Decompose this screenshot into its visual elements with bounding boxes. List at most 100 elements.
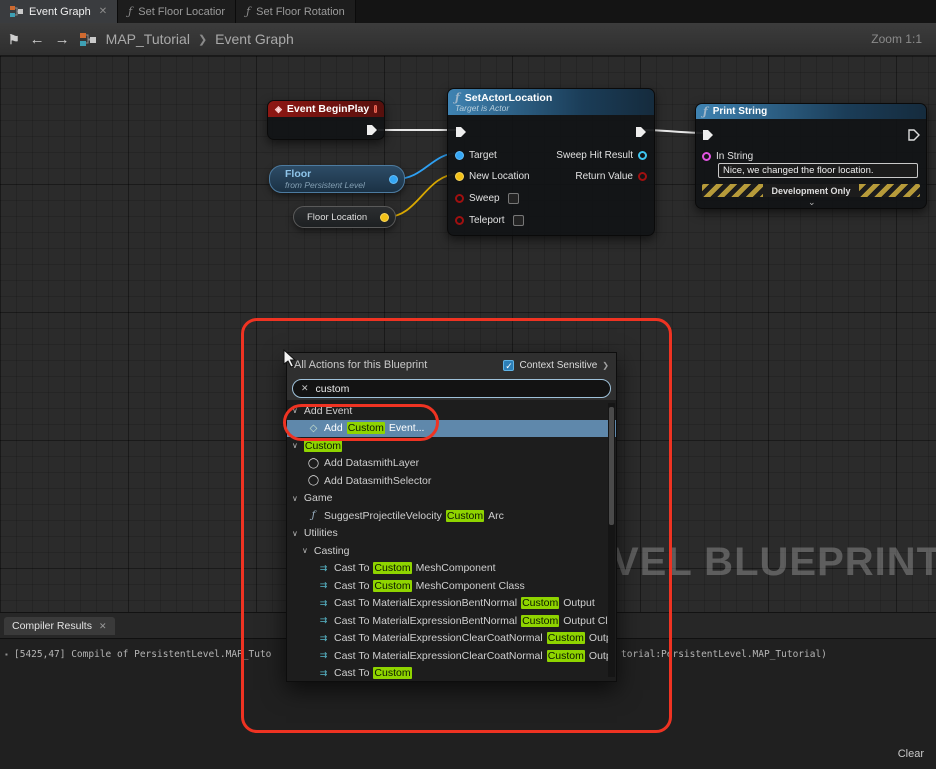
scrollbar[interactable] [608,403,615,677]
context-sensitive-checkbox[interactable]: ✓ [503,359,515,371]
menu-item-text: Custom [546,649,585,662]
function-icon: ƒ [128,5,133,18]
in-string-input[interactable] [718,163,918,178]
menu-item-text: Cast To MaterialExpressionBentNormal [334,614,518,627]
exec-input-pin[interactable] [455,126,467,138]
search-input[interactable] [315,382,576,395]
chevron-down-icon: ∨ [292,406,298,416]
return-value-pin[interactable] [638,172,647,181]
tab-event-graph[interactable]: Event Graph ✕ [0,0,119,23]
exec-output-pin[interactable] [635,126,647,138]
context-menu-item[interactable]: ⇉ Cast To Custom MeshComponent Class [287,577,616,595]
context-menu-item[interactable]: ƒ SuggestProjectileVelocity Custom Arc [287,507,616,525]
menu-item-text: Add DatasmithSelector [324,474,432,487]
cast-icon: ⇉ [319,667,328,678]
bookmark-icon[interactable]: ⚑ [8,33,20,46]
new-location-pin[interactable] [455,172,464,181]
context-menu-item[interactable]: ◯ Add DatasmithLayer [287,455,616,473]
tab-set-floor-location[interactable]: ƒ Set Floor Locatior [118,0,237,23]
compiler-results-tab[interactable]: Compiler Results ✕ [4,617,115,635]
context-menu-item[interactable]: ⇉ Cast To Custom MeshComponent [287,560,616,578]
menu-item-text: Cast To [334,562,370,575]
set-actor-location-node[interactable]: ƒ SetActorLocation Target is Actor Targe… [447,88,655,236]
floor-output-pin[interactable] [389,175,398,184]
menu-item-text: Custom [445,509,485,522]
pin-label: Teleport [469,215,505,226]
context-menu-item[interactable]: ⇉ Cast To MaterialExpressionBentNormal Cus… [287,595,616,613]
clear-button[interactable]: Clear [898,748,924,760]
context-menu-item[interactable]: ◯ Add DatasmithSelector [287,472,616,490]
cast-icon: ⇉ [319,562,328,573]
sweep-pin[interactable] [455,194,464,203]
floor-location-variable-node[interactable]: Floor Location [293,206,396,228]
development-only-banner: Development Only [702,184,920,197]
teleport-pin[interactable] [455,216,464,225]
back-arrow-icon[interactable]: ← [30,32,45,47]
exec-input-pin[interactable] [702,129,714,141]
node-title: SetActorLocation [464,91,553,104]
in-string-pin[interactable] [702,152,711,161]
menu-item-text: MeshComponent Class [415,579,525,592]
print-string-node[interactable]: ƒ Print String In String Development Onl… [695,103,927,209]
cast-icon: ⇉ [319,597,328,608]
context-menu-item[interactable]: ⇉ Cast To MaterialExpressionClearCoatNorm… [287,647,616,665]
context-menu-item[interactable]: ⇉ Cast To MaterialExpressionClearCoatNorm… [287,630,616,648]
context-menu-title: All Actions for this Blueprint [294,359,428,371]
scrollbar-thumb[interactable] [609,407,614,525]
zoom-level: Zoom 1:1 [871,32,922,46]
menu-item-text: Custom [303,439,343,452]
context-menu-category[interactable]: ∨ Utilities [287,525,616,543]
exec-output-pin[interactable] [908,129,920,141]
menu-item-text: Cast To MaterialExpressionBentNormal [334,597,518,610]
event-diamond-icon: ◇ [309,422,318,434]
sweep-hit-result-pin[interactable] [638,151,647,160]
function-icon: ƒ [246,5,251,18]
forward-arrow-icon[interactable]: → [55,32,70,47]
menu-item-text: Custom [373,562,412,575]
teleport-checkbox[interactable] [512,215,524,226]
blueprint-actions-context-menu: All Actions for this Blueprint ✓ Context… [286,352,617,682]
cast-icon: ⇉ [319,615,328,626]
breadcrumb-current[interactable]: Event Graph [215,31,294,47]
floor-variable-node[interactable]: Floor from Persistent Level [269,165,405,193]
exec-output-pin[interactable] [366,124,378,136]
pin-label: Return Value [575,171,633,182]
event-beginplay-node[interactable]: ◈ Event BeginPlay [267,100,385,140]
search-box[interactable]: ✕ [292,379,611,398]
graph-toolbar: ⚑ ← → MAP_Tutorial ❯ Event Graph Zoom 1:… [0,23,936,56]
tab-label: Compiler Results [12,620,92,632]
sweep-checkbox[interactable] [507,193,519,204]
blueprint-editor-window: Event Graph ✕ ƒ Set Floor Locatior ƒ Set… [0,0,936,769]
level-blueprint-watermark: VEL BLUEPRINT [612,540,936,584]
event-badge-icon [374,105,377,113]
development-only-label: Development Only [763,184,859,197]
pin-label: Sweep [469,193,500,204]
tab-label: Set Floor Rotation [256,5,345,18]
search-clear-icon[interactable]: ✕ [301,383,309,394]
pin-label: Target [469,150,497,161]
context-menu-category[interactable]: ∨ Game [287,490,616,508]
chevron-right-icon[interactable]: ❯ [602,361,609,370]
pin-label: Sweep Hit Result [556,150,633,161]
cast-icon: ⇉ [319,580,328,591]
floor-location-output-pin[interactable] [380,213,389,222]
breadcrumb: MAP_Tutorial ❯ Event Graph [106,31,294,47]
context-menu-item[interactable]: ◇ Add Custom Event... [287,419,616,437]
variable-title: Floor [285,168,312,180]
tab-set-floor-rotation[interactable]: ƒ Set Floor Rotation [236,0,356,23]
pin-label: New Location [469,171,530,182]
context-menu-item[interactable]: ⇉ Cast To MaterialExpressionBentNormal Cus… [287,612,616,630]
target-pin[interactable] [455,151,464,160]
hazard-stripe [702,184,764,197]
close-icon[interactable]: ✕ [99,621,107,632]
context-menu-category[interactable]: ∨ Add Event [287,402,616,420]
node-title: Print String [712,106,768,117]
close-icon[interactable]: ✕ [99,6,107,17]
context-menu-category[interactable]: ∨ Custom [287,437,616,455]
chevron-down-icon[interactable]: ⌄ [808,197,816,208]
context-menu-item[interactable]: ⇉ Cast To Custom [287,665,616,682]
breadcrumb-root[interactable]: MAP_Tutorial [106,31,190,47]
context-menu-category[interactable]: ∨ Casting [287,542,616,560]
node-subtitle: Target is Actor [455,103,510,113]
context-menu-list: ∨ Add Event ◇ Add Custom Event... ∨ Custom ◯ Ad… [287,400,616,681]
